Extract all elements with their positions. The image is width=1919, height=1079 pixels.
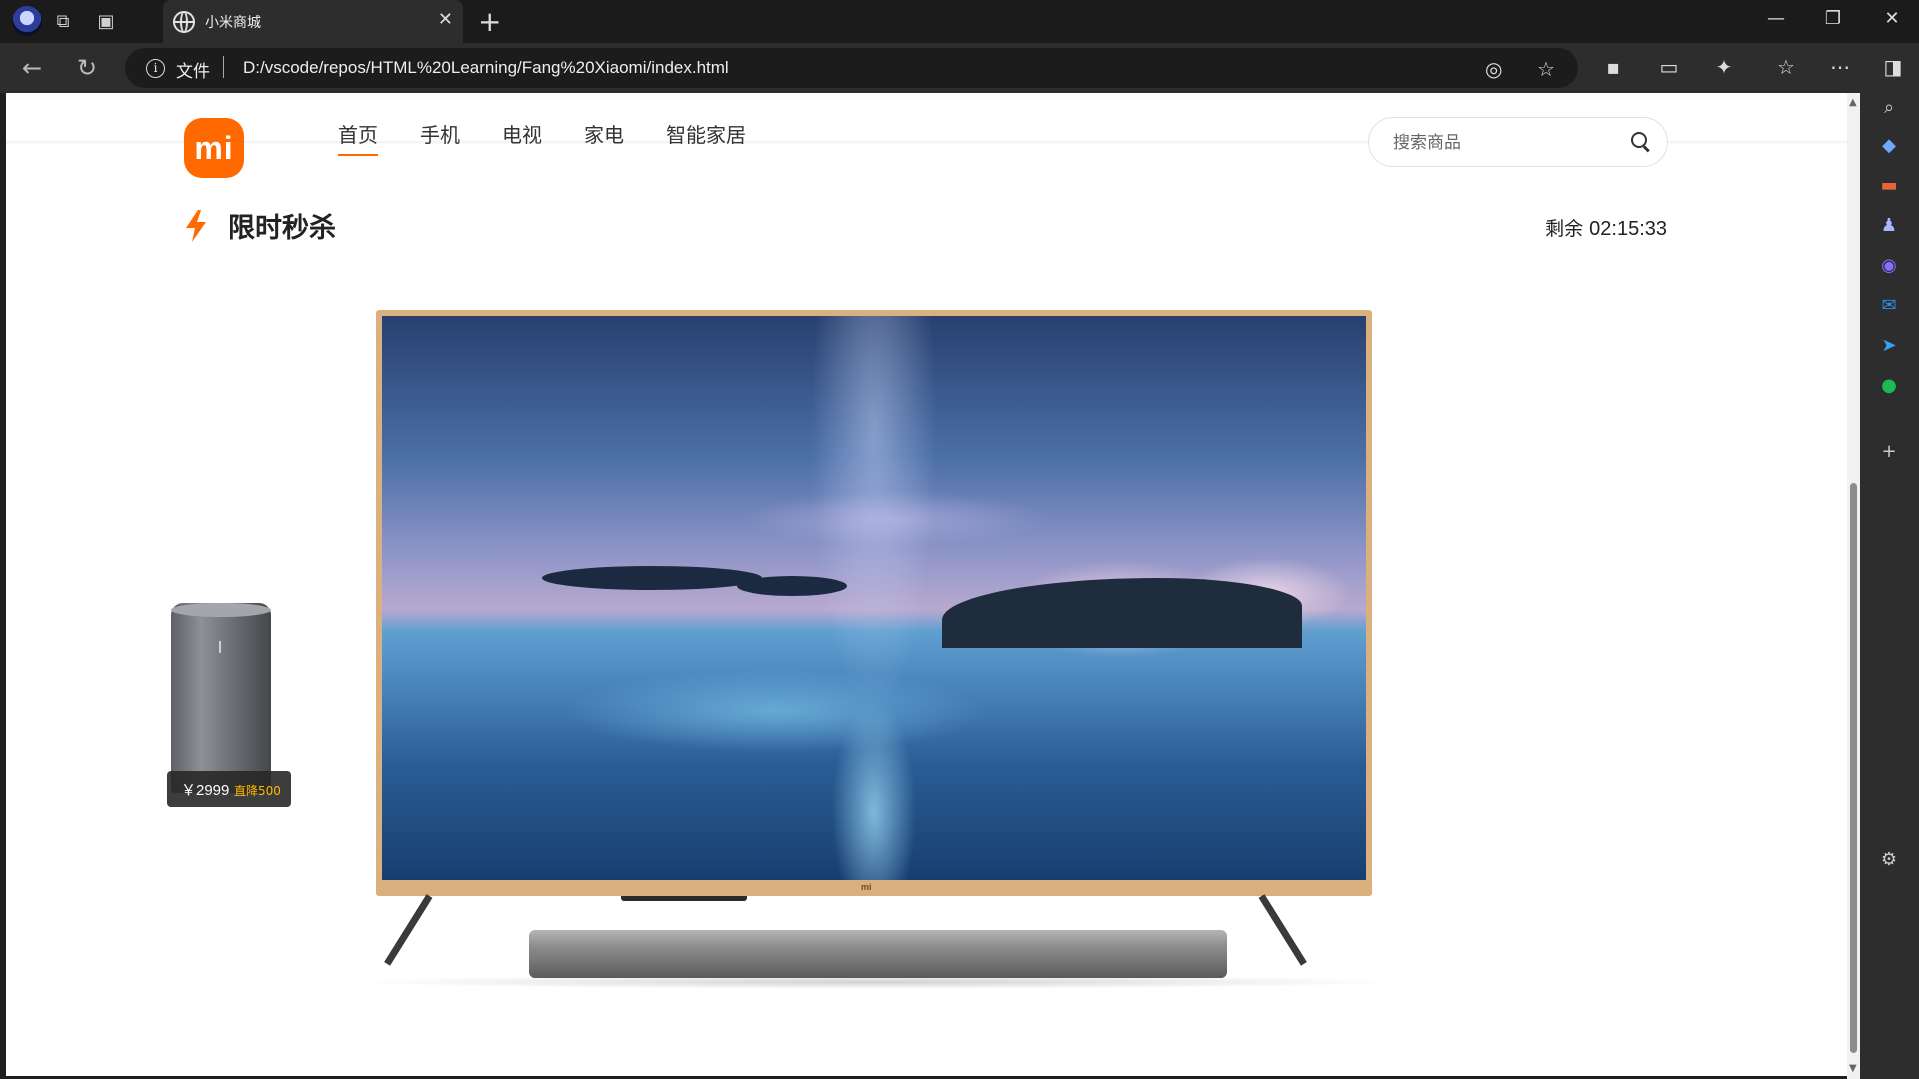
page-viewport: mi 首页 手机 电视 家电 智能家居 限时秒杀 剩余 02:15:33 mi xyxy=(6,93,1847,1076)
extension-ublock-icon[interactable]: ▪ xyxy=(1599,55,1627,79)
profile-avatar[interactable] xyxy=(12,6,42,36)
flash-sale-title: 限时秒杀 xyxy=(228,213,336,244)
new-tab-button[interactable]: + xyxy=(478,5,501,38)
address-url[interactable]: D:/vscode/repos/HTML%20Learning/Fang%20X… xyxy=(243,58,729,78)
minimize-icon[interactable]: — xyxy=(1756,8,1796,29)
close-tab-icon[interactable]: ✕ xyxy=(438,9,453,30)
screen-island xyxy=(542,566,762,590)
lightning-icon xyxy=(186,209,206,242)
screen-island xyxy=(737,576,847,596)
back-icon[interactable]: ← xyxy=(22,54,42,82)
browser-toolbar: ← ↻ i 文件 D:/vscode/repos/HTML%20Learning… xyxy=(0,43,1919,93)
xiaomi-logo[interactable]: mi xyxy=(184,118,244,178)
close-window-icon[interactable]: ✕ xyxy=(1872,8,1912,29)
tv-leg-right xyxy=(1258,894,1307,966)
product-price: ￥2999 xyxy=(181,782,230,799)
speaker-led xyxy=(219,641,221,653)
soundbar xyxy=(529,930,1227,978)
search-box xyxy=(1368,117,1668,167)
countdown-label: 剩余 xyxy=(1545,218,1584,240)
nav-item-appliances[interactable]: 家电 xyxy=(584,119,624,156)
sidebar-settings-icon[interactable]: ⚙ xyxy=(1876,847,1902,873)
sidebar-shopping-icon[interactable]: ◆ xyxy=(1876,133,1902,159)
active-tab[interactable]: 小米商城 ✕ xyxy=(163,0,463,43)
sidebar-send-icon[interactable]: ➤ xyxy=(1876,333,1902,359)
countdown-time: 02:15:33 xyxy=(1589,218,1667,240)
edge-sidebar: ⌕ ◆ ▬ ♟ ◉ ✉ ➤ ● + ⚙ xyxy=(1860,93,1919,1079)
nav-item-smart-home[interactable]: 智能家居 xyxy=(666,119,746,156)
sidebar-tools-icon[interactable]: ▬ xyxy=(1876,173,1902,199)
tab-bar: ⧉ ▣ 小米商城 ✕ + — ❐ ✕ xyxy=(0,0,1919,43)
scroll-down-icon[interactable]: ▼ xyxy=(1849,1063,1857,1074)
address-bar[interactable]: i 文件 D:/vscode/repos/HTML%20Learning/Fan… xyxy=(125,48,1578,88)
main-nav: 首页 手机 电视 家电 智能家居 xyxy=(338,119,788,156)
favorite-star-icon[interactable]: ☆ xyxy=(1537,57,1555,81)
sidebar-add-icon[interactable]: + xyxy=(1876,439,1902,465)
address-separator xyxy=(223,56,224,78)
more-menu-icon[interactable]: ⋯ xyxy=(1826,55,1854,79)
sidebar-copilot-icon[interactable]: ◉ xyxy=(1876,253,1902,279)
workspaces-icon[interactable]: ⧉ xyxy=(50,8,76,34)
tv-frame: mi xyxy=(376,310,1372,896)
refresh-icon[interactable]: ↻ xyxy=(77,54,97,82)
countdown: 剩余 02:15:33 xyxy=(1545,214,1667,241)
screen-headland xyxy=(942,578,1302,648)
extensions-icon[interactable]: ✦ xyxy=(1710,55,1738,79)
reading-view-icon[interactable]: ▭ xyxy=(1655,55,1683,79)
flash-sale-heading: 限时秒杀 xyxy=(184,206,336,245)
product-discount: 直降500 xyxy=(234,784,281,798)
tv-brand-mark: mi xyxy=(861,882,872,892)
tv-screen xyxy=(382,316,1366,880)
sidebar-outlook-icon[interactable]: ✉ xyxy=(1876,293,1902,319)
scrollbar-thumb[interactable] xyxy=(1850,483,1857,1053)
restore-icon[interactable]: ❐ xyxy=(1813,8,1853,29)
search-input[interactable] xyxy=(1393,130,1613,156)
price-tag[interactable]: ￥2999 直降500 xyxy=(167,771,291,807)
edge-icon[interactable]: ◎ xyxy=(1485,57,1502,81)
tv-stand xyxy=(621,896,747,901)
search-icon[interactable] xyxy=(1631,132,1647,148)
nav-item-tv[interactable]: 电视 xyxy=(502,119,542,156)
favorites-icon[interactable]: ☆ xyxy=(1772,55,1800,79)
tab-title: 小米商城 xyxy=(205,15,261,31)
tv-chin: mi xyxy=(376,880,1372,896)
vertical-tabs-icon[interactable]: ▣ xyxy=(93,8,119,34)
sidebar-search-icon[interactable]: ⌕ xyxy=(1876,95,1902,121)
sidebar-games-icon[interactable]: ♟ xyxy=(1876,213,1902,239)
address-scheme: 文件 xyxy=(176,62,210,82)
nav-item-home[interactable]: 首页 xyxy=(338,119,378,156)
globe-icon xyxy=(173,11,195,33)
sidebar-toggle-icon[interactable]: ◨ xyxy=(1879,55,1907,79)
page-scrollbar[interactable]: ▲ ▼ xyxy=(1847,93,1860,1079)
info-icon[interactable]: i xyxy=(146,59,165,78)
scroll-up-icon[interactable]: ▲ xyxy=(1849,97,1857,108)
tv-leg-left xyxy=(384,894,433,966)
sidebar-spotify-icon[interactable]: ● xyxy=(1876,373,1902,399)
speaker xyxy=(171,603,271,793)
product-image[interactable]: mi xyxy=(196,310,1406,1070)
nav-item-phone[interactable]: 手机 xyxy=(420,119,460,156)
